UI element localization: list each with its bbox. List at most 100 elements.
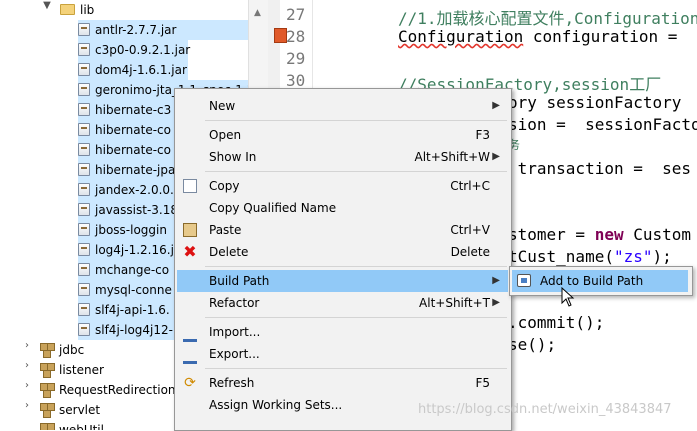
- menu-separator: [205, 120, 507, 121]
- jar-icon: [78, 43, 90, 56]
- tree-item-jar[interactable]: hibernate-jpa: [78, 160, 174, 180]
- menu-item-refactor[interactable]: Refactor Alt+Shift+T ▶: [177, 292, 508, 314]
- tree-item-jar[interactable]: hibernate-c3: [78, 100, 174, 120]
- tree-item-lib[interactable]: lib: [60, 0, 94, 20]
- menu-item-delete[interactable]: ✖ Delete Delete: [177, 241, 508, 263]
- jar-label: hibernate-c3: [95, 103, 172, 117]
- jar-icon: [78, 83, 90, 96]
- menu-shortcut: Alt+Shift+T: [419, 296, 490, 310]
- package-icon: [40, 343, 55, 358]
- expand-arrow-icon[interactable]: ›: [22, 340, 32, 360]
- copy-icon: [183, 179, 197, 193]
- submenu-arrow-icon: ▶: [492, 275, 500, 286]
- tree-item-jar[interactable]: javassist-3.18: [78, 200, 174, 220]
- jar-icon: [78, 203, 90, 216]
- menu-item-label: Refresh: [209, 376, 255, 390]
- menu-item-label: Add to Build Path: [540, 274, 644, 288]
- code-token: Custom: [623, 225, 692, 244]
- menu-item-refresh[interactable]: ⟳ Refresh F5: [177, 372, 508, 394]
- tree-item-jar[interactable]: slf4j-api-1.6.: [78, 300, 174, 320]
- expand-arrow-icon[interactable]: ›: [22, 360, 32, 380]
- menu-item-import[interactable]: Import...: [177, 321, 508, 343]
- jar-label: c3p0-0.9.2.1.jar: [95, 43, 191, 57]
- build-path-submenu: Add to Build Path: [509, 266, 693, 296]
- menu-shortcut: F5: [475, 376, 490, 390]
- menu-item-new[interactable]: New ▶: [177, 95, 508, 117]
- menu-separator: [205, 317, 507, 318]
- menu-separator: [205, 171, 507, 172]
- menu-item-label: Build Path: [209, 274, 270, 288]
- menu-item-label: Assign Working Sets...: [209, 398, 343, 412]
- menu-item-add-to-build-path[interactable]: Add to Build Path: [512, 270, 688, 292]
- expand-arrow-icon[interactable]: ›: [22, 380, 32, 400]
- menu-item-label: Paste: [209, 223, 242, 237]
- line-number: 29: [286, 49, 306, 68]
- tree-item-jar[interactable]: dom4j-1.6.1.jar: [78, 60, 188, 80]
- submenu-arrow-icon: ▶: [492, 151, 500, 162]
- folder-icon: [60, 4, 75, 15]
- jar-label: hibernate-jpa: [95, 163, 174, 177]
- menu-item-export[interactable]: Export...: [177, 343, 508, 365]
- tree-item-package[interactable]: RequestRedirection: [40, 380, 176, 400]
- code-token: stomer =: [508, 225, 595, 244]
- jar-icon: [78, 243, 90, 256]
- menu-shortcut: Ctrl+C: [450, 179, 490, 193]
- jar-icon: [78, 103, 90, 116]
- jar-label: javassist-3.18: [95, 203, 174, 217]
- menu-item-copy-qualified-name[interactable]: Copy Qualified Name: [177, 197, 508, 219]
- menu-item-copy[interactable]: Copy Ctrl+C: [177, 175, 508, 197]
- tree-item-jar[interactable]: c3p0-0.9.2.1.jar: [78, 40, 191, 60]
- tree-item-jar[interactable]: hibernate-co: [78, 140, 174, 160]
- code-line: Configuration configuration =: [398, 27, 687, 46]
- menu-item-label: New: [209, 99, 236, 113]
- menu-item-paste[interactable]: Paste Ctrl+V: [177, 219, 508, 241]
- tree-item-jar[interactable]: hibernate-co: [78, 120, 174, 140]
- expand-arrow-icon[interactable]: ›: [22, 400, 32, 420]
- tree-item-label: lib: [80, 3, 95, 17]
- menu-item-label: Open: [209, 128, 242, 142]
- tree-item-package[interactable]: listener: [40, 360, 104, 380]
- delete-icon: ✖: [183, 242, 197, 261]
- jar-label: mchange-co: [95, 263, 170, 277]
- tree-item-jar[interactable]: jboss-loggin: [78, 220, 174, 240]
- jar-label: antlr-2.7.7.jar: [95, 23, 177, 37]
- menu-item-show-in[interactable]: Show In Alt+Shift+W ▶: [177, 146, 508, 168]
- code-keyword: new: [594, 225, 624, 244]
- package-label: servlet: [59, 403, 101, 417]
- scroll-up-icon[interactable]: ▲: [254, 8, 263, 18]
- tree-item-jar[interactable]: antlr-2.7.7.jar: [78, 20, 248, 40]
- jar-icon: [78, 163, 90, 176]
- error-marker-icon[interactable]: [274, 28, 287, 43]
- menu-item-build-path[interactable]: Build Path ▶: [177, 270, 508, 292]
- code-line: ory sessionFactory: [508, 93, 692, 112]
- expand-arrow-icon[interactable]: ▼: [42, 0, 52, 20]
- menu-separator: [205, 266, 507, 267]
- refresh-icon: ⟳: [184, 375, 196, 391]
- jar-label: jboss-loggin: [95, 223, 167, 237]
- submenu-arrow-icon: ▶: [492, 100, 500, 111]
- build-path-icon: [517, 274, 531, 287]
- menu-shortcut: Delete: [450, 245, 490, 259]
- tree-item-jar[interactable]: slf4j-log4j12-: [78, 320, 174, 340]
- menu-item-open[interactable]: Open F3: [177, 124, 508, 146]
- package-label: listener: [59, 363, 104, 377]
- package-label: RequestRedirection: [59, 383, 176, 397]
- jar-icon: [78, 263, 90, 276]
- code-token: configuration =: [523, 27, 687, 46]
- code-token: );: [652, 247, 672, 266]
- tree-item-jar[interactable]: mysql-conne: [78, 280, 174, 300]
- menu-item-label: Delete: [209, 245, 249, 259]
- tree-item-package[interactable]: servlet: [40, 400, 100, 420]
- code-line: //1.加载核心配置文件,Configuration: [398, 9, 697, 28]
- jar-icon: [78, 23, 90, 36]
- tree-item-package[interactable]: jdbc: [40, 340, 84, 360]
- tree-item-jar[interactable]: mchange-co: [78, 260, 174, 280]
- tree-item-jar[interactable]: jandex-2.0.0.: [78, 180, 174, 200]
- code-line: se();: [508, 335, 557, 354]
- tree-item-jar[interactable]: log4j-1.2.16.j: [78, 240, 174, 260]
- paste-icon: [183, 223, 197, 237]
- jar-label: jandex-2.0.0.: [95, 183, 174, 197]
- submenu-arrow-icon: ▶: [492, 297, 500, 308]
- code-line: tCust_name("zs");: [508, 247, 672, 266]
- package-icon: [40, 403, 55, 418]
